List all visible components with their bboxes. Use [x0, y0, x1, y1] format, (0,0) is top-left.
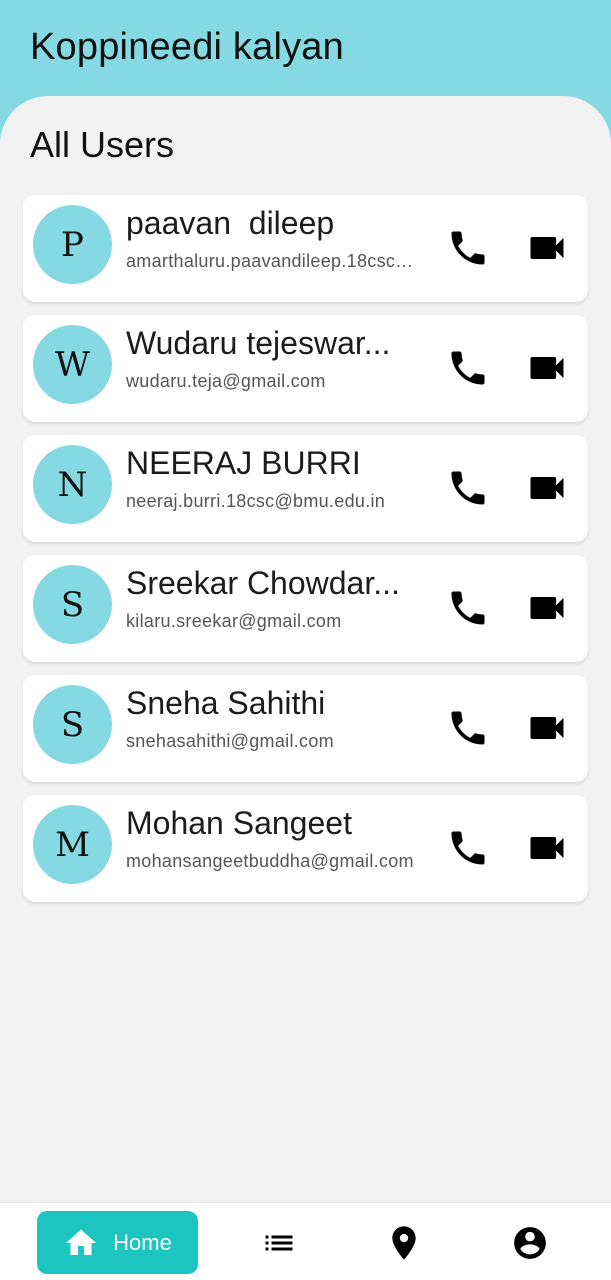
bottom-nav: Home — [0, 1202, 611, 1280]
call-button[interactable] — [443, 464, 493, 512]
account-circle-icon — [514, 1227, 546, 1259]
videocam-icon — [530, 717, 564, 739]
user-name: NEERAJ BURRI — [126, 445, 361, 481]
avatar: N — [33, 445, 112, 524]
list-icon — [265, 1235, 293, 1251]
video-call-button[interactable] — [520, 828, 574, 868]
call-button[interactable] — [443, 224, 493, 272]
page-title: Koppineedi kalyan — [30, 26, 344, 68]
videocam-icon — [530, 357, 564, 379]
call-button[interactable] — [443, 704, 493, 752]
app-header: Koppineedi kalyan — [0, 0, 611, 110]
section-title: All Users — [30, 124, 175, 165]
video-call-button[interactable] — [520, 468, 574, 508]
user-email: wudaru.teja@gmail.com — [126, 371, 326, 391]
avatar: W — [33, 325, 112, 404]
videocam-icon — [530, 597, 564, 619]
phone-icon — [451, 831, 485, 865]
nav-list-button[interactable] — [259, 1223, 299, 1263]
video-call-button[interactable] — [520, 588, 574, 628]
call-button[interactable] — [443, 584, 493, 632]
user-card[interactable]: M Mohan Sangeet mohansangeetbuddha@gmail… — [23, 795, 588, 902]
user-email: neeraj.burri.18csc@bmu.edu.in — [126, 491, 386, 511]
user-name: Sreekar Chowdar... — [126, 565, 400, 601]
avatar: P — [33, 205, 112, 284]
phone-icon — [451, 471, 485, 505]
user-list: P paavan dileep amarthaluru.paavandileep… — [23, 195, 588, 915]
videocam-icon — [530, 237, 564, 259]
user-name: Sneha Sahithi — [126, 685, 326, 721]
nav-profile-button[interactable] — [510, 1223, 550, 1263]
phone-icon — [451, 231, 485, 265]
home-icon — [66, 1229, 97, 1255]
videocam-icon — [530, 837, 564, 859]
user-card[interactable]: S Sreekar Chowdar... kilaru.sreekar@gmai… — [23, 555, 588, 662]
user-email: snehasahithi@gmail.com — [126, 731, 334, 751]
video-call-button[interactable] — [520, 228, 574, 268]
user-name: Mohan Sangeet — [126, 805, 352, 841]
videocam-icon — [530, 477, 564, 499]
user-card[interactable]: P paavan dileep amarthaluru.paavandileep… — [23, 195, 588, 302]
phone-icon — [451, 351, 485, 385]
nav-location-button[interactable] — [384, 1223, 424, 1263]
call-button[interactable] — [443, 344, 493, 392]
avatar: M — [33, 805, 112, 884]
video-call-button[interactable] — [520, 348, 574, 388]
user-name: paavan dileep — [126, 205, 335, 241]
user-email: amarthaluru.paavandileep.18csc@bmu.edu.i… — [126, 251, 424, 271]
user-email: kilaru.sreekar@gmail.com — [126, 611, 342, 631]
user-email: mohansangeetbuddha@gmail.com — [126, 851, 414, 871]
nav-home-button[interactable]: Home — [37, 1211, 198, 1274]
user-name: Wudaru tejeswar... — [126, 325, 391, 361]
phone-icon — [451, 711, 485, 745]
avatar: S — [33, 685, 112, 764]
user-card[interactable]: W Wudaru tejeswar... wudaru.teja@gmail.c… — [23, 315, 588, 422]
user-card[interactable]: S Sneha Sahithi snehasahithi@gmail.com — [23, 675, 588, 782]
main-content: All Users P paavan dileep amarthaluru.pa… — [0, 96, 611, 1202]
avatar: S — [33, 565, 112, 644]
video-call-button[interactable] — [520, 708, 574, 748]
user-card[interactable]: N NEERAJ BURRI neeraj.burri.18csc@bmu.ed… — [23, 435, 588, 542]
call-button[interactable] — [443, 824, 493, 872]
nav-home-label: Home — [113, 1229, 172, 1255]
phone-icon — [451, 591, 485, 625]
location-pin-icon — [392, 1226, 416, 1260]
